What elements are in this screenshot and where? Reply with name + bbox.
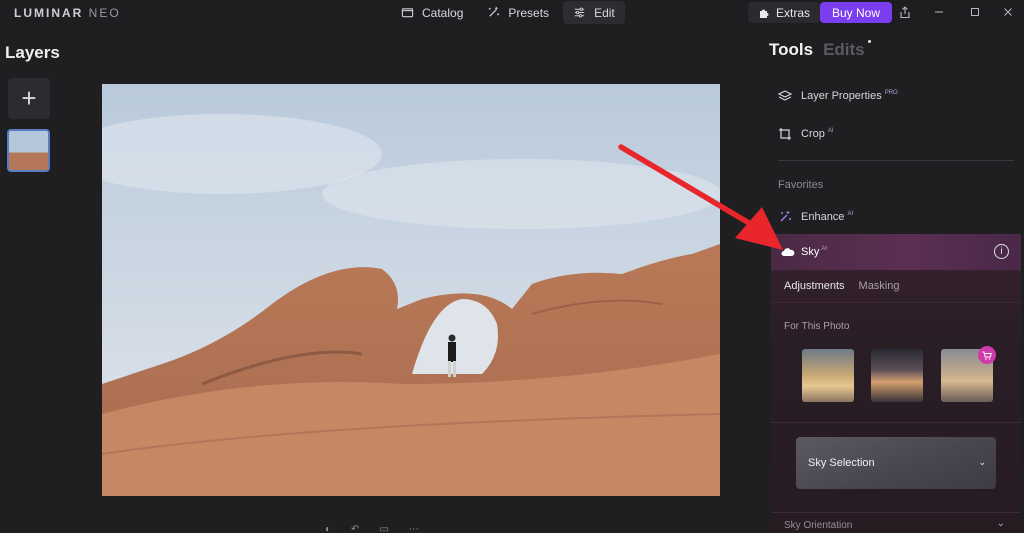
sparkle-wand-icon [489, 6, 500, 17]
sky-preset-2[interactable] [871, 349, 923, 402]
for-this-photo-label: For This Photo [784, 321, 850, 332]
top-bar: LUMINAR NEO Catalog Presets Edit Extras … [0, 0, 1024, 26]
presets-divider [771, 422, 1021, 423]
minimize-icon[interactable] [931, 4, 947, 20]
sky-selection-dropdown[interactable]: Sky Selection ⌄ [796, 437, 996, 489]
sky-tool-panel: Sky AI i Adjustments Masking For This Ph… [771, 234, 1021, 533]
close-icon[interactable] [1000, 4, 1016, 20]
sky-preset-1[interactable] [802, 349, 854, 402]
cart-icon[interactable] [978, 346, 996, 364]
buy-now-button[interactable]: Buy Now [820, 2, 892, 23]
more-icon[interactable]: ⋯ [409, 524, 419, 533]
puzzle-icon [760, 9, 769, 18]
chevron-down-icon: ⌄ [978, 457, 986, 467]
landscape-photo [102, 84, 720, 496]
selection-divider [771, 512, 1021, 513]
sky-orientation-chevron-icon[interactable]: ⌄ [997, 518, 1005, 529]
share-icon[interactable] [897, 4, 913, 20]
tab-edits[interactable]: Edits [823, 40, 871, 60]
catalog-tab[interactable]: Catalog [391, 1, 473, 24]
tab-masking[interactable]: Masking [859, 280, 900, 292]
sky-tool-header[interactable]: Sky AI i [771, 234, 1021, 270]
subtab-divider [771, 302, 1021, 303]
canvas-toolbar: ◐ ↶ ▭ ⋯ [325, 524, 419, 533]
tool-enhance[interactable]: Enhance AI [778, 210, 853, 224]
extras-button[interactable]: Extras [748, 2, 821, 23]
tools-divider [778, 160, 1014, 161]
layer-thumbnail[interactable] [7, 129, 50, 172]
folder-icon [401, 8, 414, 18]
add-layer-button[interactable]: + [8, 78, 50, 119]
favorites-title: Favorites [778, 179, 824, 191]
cloud-icon [781, 248, 795, 256]
layers-stack-icon [778, 90, 792, 101]
tab-adjustments[interactable]: Adjustments [784, 280, 845, 292]
layers-title: Layers [5, 43, 60, 62]
enhance-sparkle-icon [780, 211, 791, 222]
edit-tab[interactable]: Edit [563, 1, 625, 24]
panel-tabs: Tools Edits [769, 40, 871, 60]
presets-tab[interactable]: Presets [477, 1, 559, 24]
tool-layer-properties[interactable]: Layer Properties PRO [778, 89, 898, 103]
sliders-icon [574, 7, 585, 18]
app-logo: LUMINAR NEO [14, 6, 121, 20]
mode-switcher: Catalog Presets Edit [391, 1, 625, 24]
tab-tools[interactable]: Tools [769, 40, 813, 60]
photo-canvas[interactable] [102, 84, 720, 496]
crop-icon [779, 128, 791, 140]
maximize-icon[interactable] [967, 4, 983, 20]
edits-indicator-dot [867, 40, 871, 43]
sky-subtabs: Adjustments Masking [784, 280, 900, 292]
zoom-icon[interactable]: ▭ [379, 524, 388, 533]
sky-orientation-label[interactable]: Sky Orientation [784, 520, 852, 531]
compare-icon[interactable]: ◐ [325, 524, 331, 533]
info-icon[interactable]: i [994, 244, 1009, 259]
undo-icon[interactable]: ↶ [351, 524, 359, 533]
tool-crop[interactable]: Crop AI [778, 127, 834, 141]
